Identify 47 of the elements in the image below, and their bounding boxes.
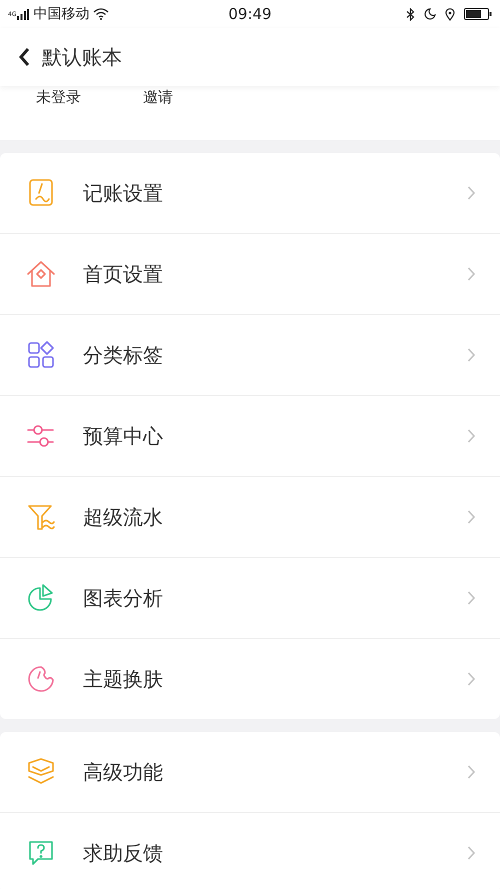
- menu-item[interactable]: 分类标签: [0, 314, 500, 395]
- chevron-right-icon: [467, 764, 476, 780]
- menu-item[interactable]: 求助反馈: [0, 812, 500, 889]
- chevron-right-icon: [467, 590, 476, 606]
- carrier-name: 中国移动: [33, 5, 90, 23]
- chevron-right-icon: [467, 509, 476, 525]
- clock-time: 09:49: [228, 5, 272, 23]
- chevron-right-icon: [467, 671, 476, 687]
- menu-item[interactable]: 首页设置: [0, 233, 500, 314]
- menu-item-label: 图表分析: [83, 584, 164, 612]
- chevron-right-icon: [467, 347, 476, 363]
- menu-item-label: 分类标签: [83, 342, 164, 368]
- menu-item[interactable]: 超级流水: [0, 476, 500, 557]
- moon-icon: [424, 8, 436, 20]
- menu-item[interactable]: 主题换肤: [0, 638, 500, 719]
- menu-item-label: 主题换肤: [83, 666, 164, 692]
- help-bubble-icon: [26, 838, 56, 868]
- pen-note-icon: [26, 178, 56, 208]
- palette-icon: [26, 664, 56, 694]
- grid-icon: [26, 340, 56, 370]
- chevrons-icon: [26, 757, 56, 787]
- signal-icon: [17, 8, 30, 20]
- login-status-link[interactable]: 未登录: [36, 88, 81, 107]
- chevron-right-icon: [467, 428, 476, 444]
- menu-item[interactable]: 图表分析: [0, 557, 500, 638]
- back-button[interactable]: [16, 45, 32, 69]
- location-icon: [444, 8, 455, 20]
- menu-item[interactable]: 记账设置: [0, 153, 500, 233]
- chevron-right-icon: [467, 845, 476, 861]
- chevron-right-icon: [467, 185, 476, 201]
- menu-item-label: 求助反馈: [83, 840, 164, 866]
- chevron-right-icon: [467, 266, 476, 282]
- battery-icon: [464, 8, 492, 20]
- menu-item-label: 记账设置: [83, 180, 164, 206]
- page-title: 默认账本: [42, 44, 122, 70]
- back-chevron-icon: [18, 47, 30, 67]
- menu-item[interactable]: 高级功能: [0, 732, 500, 812]
- funnel-icon: [26, 502, 56, 532]
- menu-item-label: 首页设置: [83, 260, 164, 288]
- menu-item[interactable]: 预算中心: [0, 395, 500, 476]
- menu-item-label: 超级流水: [83, 504, 164, 530]
- bluetooth-icon: [406, 8, 415, 20]
- invite-link[interactable]: 邀请: [143, 88, 173, 107]
- home-icon: [26, 259, 56, 289]
- menu-item-label: 高级功能: [83, 758, 164, 786]
- menu-item-label: 预算中心: [83, 422, 164, 450]
- wifi-icon: [93, 8, 110, 20]
